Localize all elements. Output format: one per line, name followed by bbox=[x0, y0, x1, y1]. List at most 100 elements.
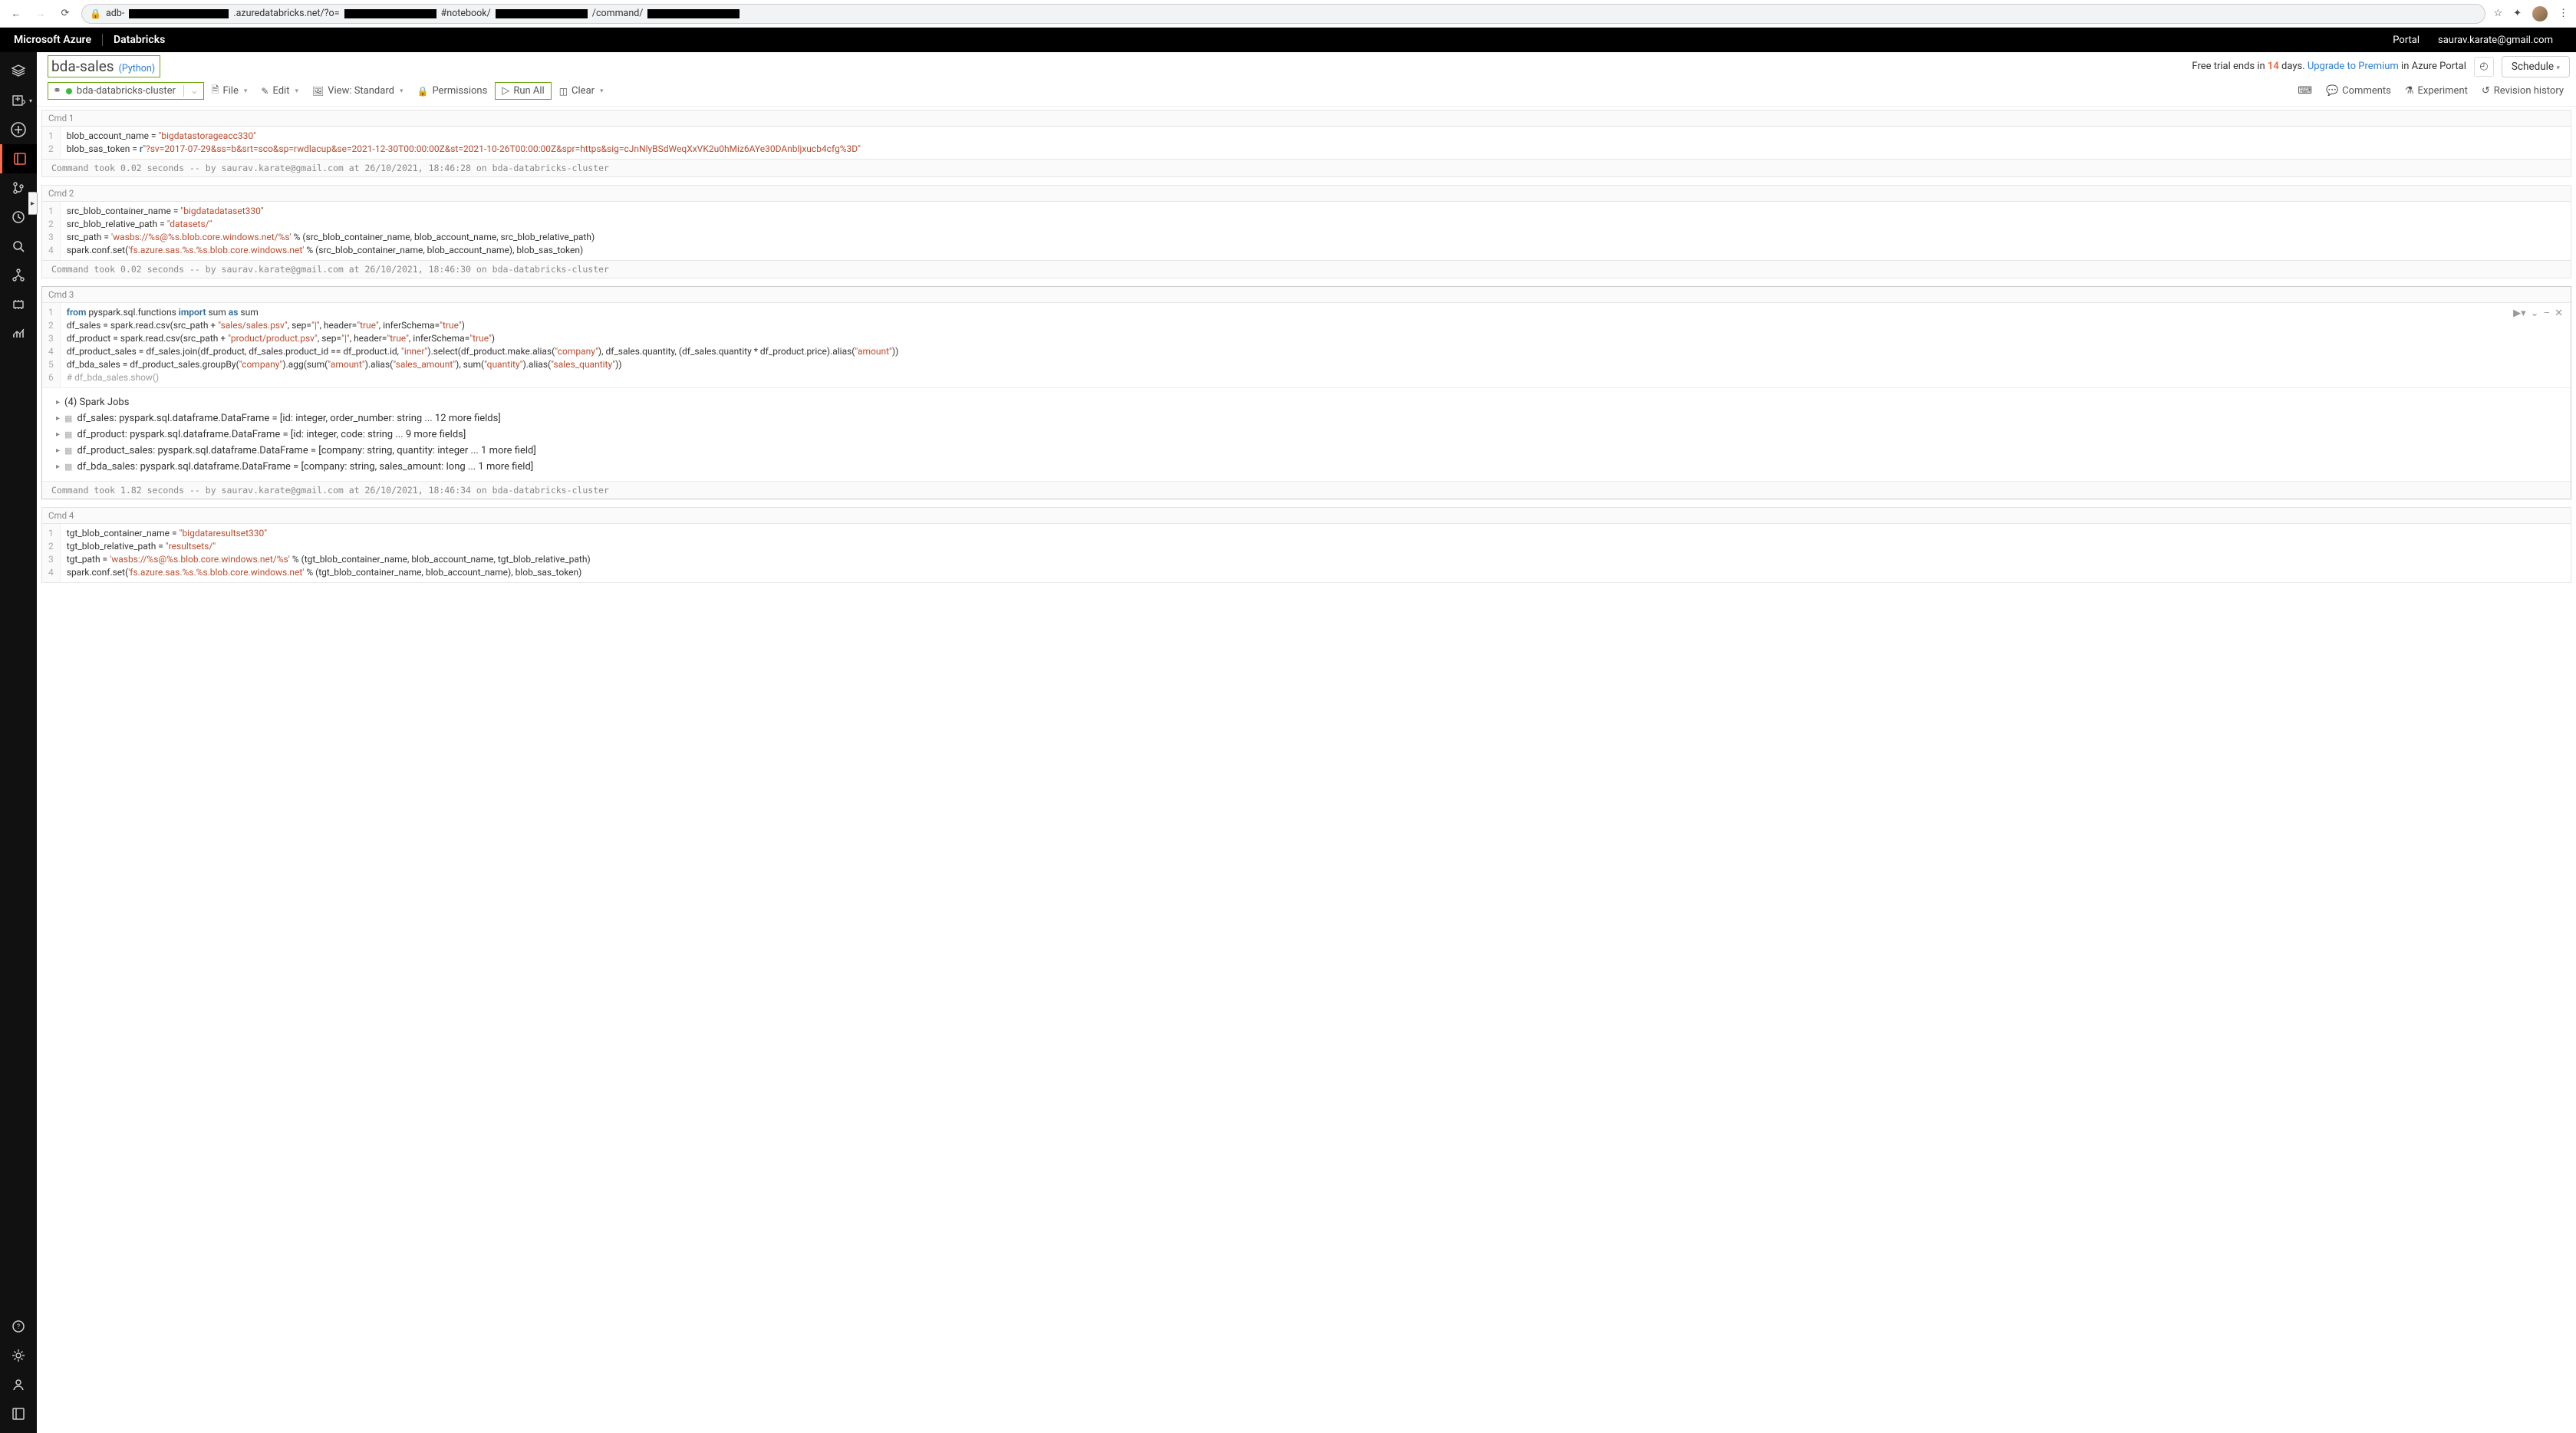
collapse-icon[interactable]: ⌄ bbox=[2531, 308, 2539, 319]
runall-highlight[interactable]: ▷Run All bbox=[495, 82, 551, 100]
code-box[interactable]: 1234tgt_blob_container_name = "bigdatare… bbox=[41, 523, 2571, 583]
upgrade-link[interactable]: Upgrade to Premium bbox=[2308, 61, 2399, 72]
user-email[interactable]: saurav.karate@gmail.com bbox=[2429, 35, 2562, 46]
code-editor[interactable]: blob_account_name = "bigdatastorageacc33… bbox=[61, 127, 2571, 159]
cluster-attach-highlight: ⚭ bda-databricks-cluster ⌄ bbox=[48, 82, 204, 100]
code-box[interactable]: ▶▾ ⌄–✕ 1234 56from pyspark.sql.functions i… bbox=[42, 303, 2571, 388]
cell-meta: Command took 0.02 seconds -- by saurav.k… bbox=[41, 261, 2571, 278]
forward-button[interactable]: → bbox=[32, 5, 49, 22]
line-gutter: 1234 56 bbox=[42, 303, 61, 387]
view-menu[interactable]: 🖼View: Standard bbox=[306, 83, 409, 99]
output-line[interactable]: ▸▦df_product: pyspark.sql.dataframe.Data… bbox=[56, 427, 2557, 443]
cmd-label: Cmd 1 bbox=[41, 110, 2571, 126]
bookmark-star-icon[interactable]: ☆ bbox=[2493, 8, 2502, 19]
browser-chrome: ← → ⟳ 🔒 adb- .azuredatabricks.net/?o= #n… bbox=[0, 0, 2576, 28]
cmd-label: Cmd 4 bbox=[41, 507, 2571, 523]
main-content: bda-sales (Python) Free trial ends in 14… bbox=[37, 52, 2576, 1433]
url-part: adb- bbox=[106, 8, 124, 19]
flask-icon: ⚗ bbox=[2405, 85, 2414, 97]
output-line[interactable]: ▸▦df_sales: pyspark.sql.dataframe.DataFr… bbox=[56, 410, 2557, 427]
notebook-language[interactable]: (Python) bbox=[119, 63, 156, 74]
experiment-button[interactable]: ⚗Experiment bbox=[2399, 83, 2474, 99]
keyboard-icon[interactable]: ⌨ bbox=[2291, 83, 2318, 99]
expand-caret-icon[interactable]: ▸ bbox=[56, 414, 60, 423]
settings-icon[interactable] bbox=[0, 1341, 37, 1370]
table-icon: ▦ bbox=[64, 413, 72, 423]
notebook-title[interactable]: bda-sales bbox=[51, 58, 114, 75]
cmd-label: Cmd 3 bbox=[42, 287, 2571, 303]
jobs-icon[interactable] bbox=[0, 319, 37, 348]
output-line[interactable]: ▸(4) Spark Jobs bbox=[56, 394, 2557, 410]
menu-square-icon[interactable] bbox=[0, 1399, 37, 1428]
output-line[interactable]: ▸▦df_product_sales: pyspark.sql.datafram… bbox=[56, 443, 2557, 459]
reload-button[interactable]: ⟳ bbox=[57, 5, 74, 22]
cells-container: Cmd 112blob_account_name = "bigdatastora… bbox=[37, 110, 2576, 583]
cell: Cmd 112blob_account_name = "bigdatastora… bbox=[41, 110, 2571, 177]
view-icon: 🖼 bbox=[312, 86, 324, 97]
close-icon[interactable]: ✕ bbox=[2555, 308, 2563, 319]
databricks-logo-icon[interactable] bbox=[0, 57, 37, 86]
url-part: /command/ bbox=[592, 8, 644, 19]
azure-top-bar: Microsoft Azure Databricks Portal saurav… bbox=[0, 28, 2576, 52]
code-editor[interactable]: from pyspark.sql.functions import sum as… bbox=[61, 303, 2571, 387]
comments-button[interactable]: 💬Comments bbox=[2320, 83, 2397, 99]
lock-icon: 🔒 bbox=[90, 8, 101, 19]
data-icon[interactable] bbox=[0, 261, 37, 290]
expand-caret-icon[interactable]: ▸ bbox=[56, 446, 60, 455]
revision-history-button[interactable]: ↺Revision history bbox=[2476, 83, 2570, 99]
permissions-button[interactable]: 🔒Permissions bbox=[410, 83, 493, 99]
minimize-icon[interactable]: – bbox=[2544, 308, 2551, 319]
cell-output: ▸(4) Spark Jobs▸▦df_sales: pyspark.sql.d… bbox=[42, 388, 2571, 481]
create-icon[interactable]: ▾ bbox=[0, 86, 37, 115]
cluster-dropdown-icon[interactable]: ⌄ bbox=[183, 85, 199, 97]
trial-notice: Free trial ends in 14 days. Upgrade to P… bbox=[2192, 61, 2466, 72]
edit-menu[interactable]: ✎Edit bbox=[255, 83, 305, 99]
cell: Cmd 3 ▶▾ ⌄–✕ 1234 56from pyspark.sql.functi… bbox=[41, 286, 2571, 499]
notebook-toolbar: ⚭ bda-databricks-cluster ⌄ 🗎File ✎Edit 🖼… bbox=[37, 77, 2576, 107]
file-menu[interactable]: 🗎File bbox=[206, 81, 254, 101]
kebab-menu-icon[interactable]: ⋮ bbox=[2558, 8, 2568, 19]
line-gutter: 1234 bbox=[42, 202, 61, 260]
profile-icon[interactable] bbox=[0, 1370, 37, 1399]
azure-brand: Microsoft Azure bbox=[14, 34, 103, 46]
search-icon[interactable] bbox=[0, 232, 37, 261]
table-icon: ▦ bbox=[64, 430, 72, 440]
file-icon: 🗎 bbox=[212, 83, 219, 99]
back-button[interactable]: ← bbox=[8, 5, 25, 22]
extensions-icon[interactable]: ✦ bbox=[2513, 8, 2522, 19]
compute-icon[interactable] bbox=[0, 290, 37, 319]
cell: Cmd 21234src_blob_container_name = "bigd… bbox=[41, 185, 2571, 278]
lock-icon: 🔒 bbox=[417, 86, 428, 97]
expand-caret-icon[interactable]: ▸ bbox=[56, 430, 60, 439]
code-editor[interactable]: src_blob_container_name = "bigdatadatase… bbox=[61, 202, 2571, 260]
sidebar-expand-notch[interactable]: ▸ bbox=[28, 192, 38, 215]
output-line[interactable]: ▸▦df_bda_sales: pyspark.sql.dataframe.Da… bbox=[56, 459, 2557, 475]
new-icon[interactable] bbox=[0, 115, 37, 144]
svg-text:?: ? bbox=[17, 1323, 20, 1331]
timeline-icon[interactable]: ◴ bbox=[2474, 57, 2494, 77]
code-editor[interactable]: tgt_blob_container_name = "bigdataresult… bbox=[61, 524, 2571, 582]
redact bbox=[647, 9, 740, 18]
schedule-button[interactable]: Schedule ▾ bbox=[2502, 56, 2570, 77]
portal-link[interactable]: Portal bbox=[2383, 35, 2429, 46]
run-cell-icon[interactable]: ▶▾ bbox=[2513, 308, 2526, 319]
workspace-icon[interactable] bbox=[0, 144, 37, 173]
edit-icon: ✎ bbox=[261, 86, 268, 97]
redact bbox=[129, 9, 229, 18]
clear-menu[interactable]: ◫Clear bbox=[553, 83, 610, 99]
comment-icon: 💬 bbox=[2326, 85, 2338, 97]
notebook-header: bda-sales (Python) Free trial ends in 14… bbox=[37, 52, 2576, 77]
code-box[interactable]: 12blob_account_name = "bigdatastorageacc… bbox=[41, 126, 2571, 160]
help-icon[interactable]: ? bbox=[0, 1312, 37, 1341]
redact bbox=[344, 9, 436, 18]
expand-caret-icon[interactable]: ▸ bbox=[56, 398, 60, 407]
address-bar[interactable]: 🔒 adb- .azuredatabricks.net/?o= #noteboo… bbox=[81, 4, 2485, 24]
cluster-name[interactable]: bda-databricks-cluster bbox=[77, 85, 176, 97]
left-sidebar: ▾ ▸ ? bbox=[0, 52, 37, 1433]
url-part: .azuredatabricks.net/?o= bbox=[233, 8, 339, 19]
cell-controls: ▶▾ ⌄–✕ bbox=[2513, 308, 2563, 319]
profile-avatar[interactable] bbox=[2532, 6, 2548, 21]
code-box[interactable]: 1234src_blob_container_name = "bigdatada… bbox=[41, 201, 2571, 261]
expand-caret-icon[interactable]: ▸ bbox=[56, 463, 60, 471]
redact bbox=[496, 9, 588, 18]
